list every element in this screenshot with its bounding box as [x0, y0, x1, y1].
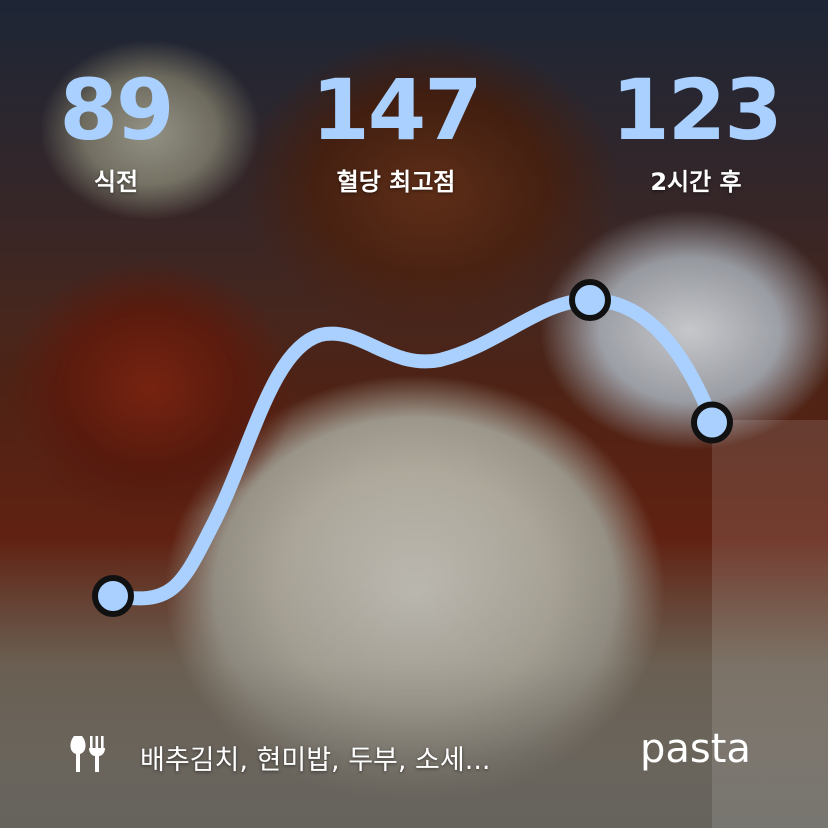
fork-knife-icon	[70, 736, 105, 772]
marker-peak	[569, 279, 611, 321]
footer-bar: 배추김치, 현미밥, 두부, 소세... pasta	[0, 722, 828, 782]
glucose-curve-line	[106, 292, 719, 606]
marker-two-hours-after	[691, 401, 733, 444]
marker-before-meal	[92, 575, 134, 617]
glucose-share-card: 89 식전 147 혈당 최고점 123 2시간 후 배추김치, 현미밥, 두부…	[0, 0, 828, 828]
meal-foods-text: 배추김치, 현미밥, 두부, 소세...	[140, 745, 491, 776]
brand-logo: pasta	[640, 726, 751, 772]
glucose-curve-chart	[92, 279, 733, 617]
